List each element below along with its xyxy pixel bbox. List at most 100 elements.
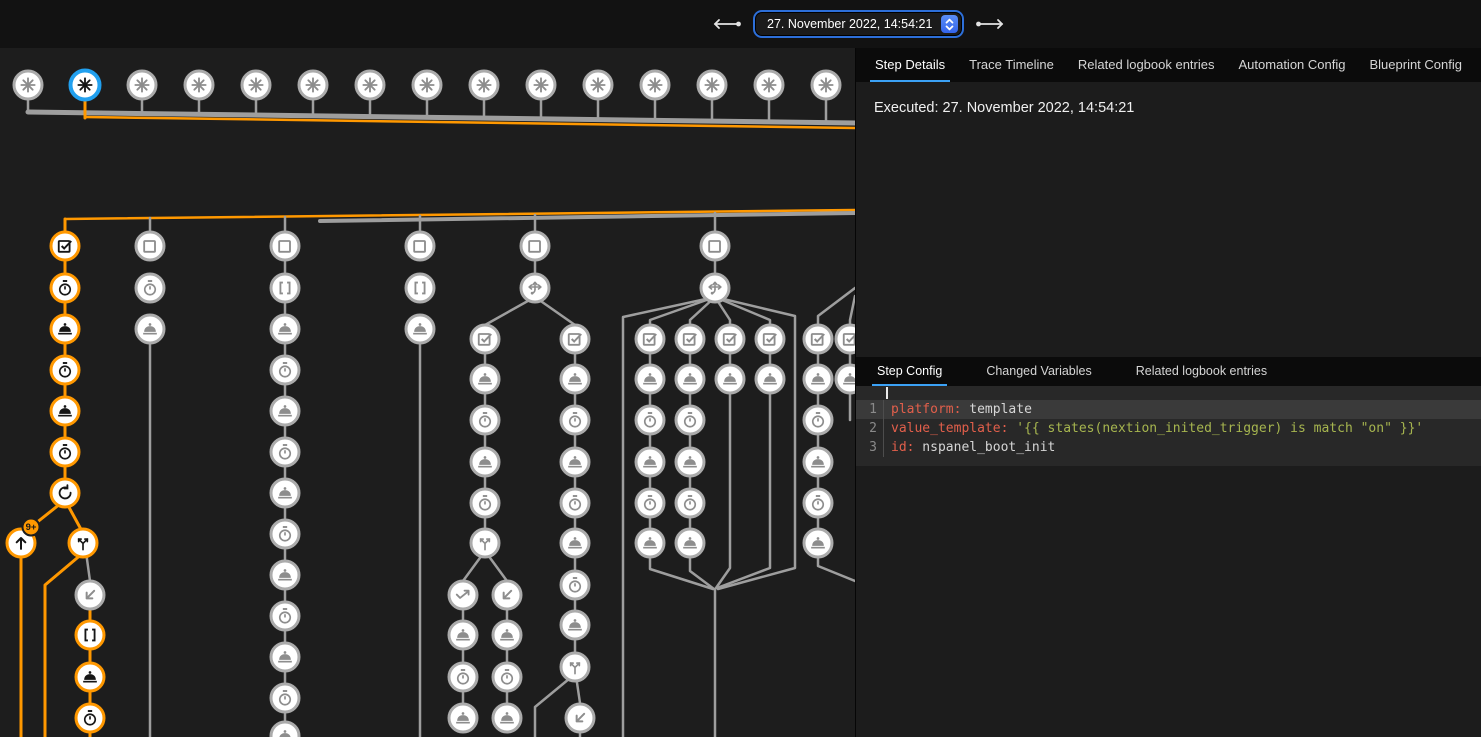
graph-node[interactable] [271, 479, 299, 507]
graph-node[interactable] [271, 315, 299, 343]
graph-node[interactable] [527, 71, 555, 99]
graph-node[interactable] [406, 274, 434, 302]
graph-node[interactable] [521, 274, 549, 302]
tab-changed-variables[interactable]: Changed Variables [981, 357, 1096, 386]
graph-node[interactable] [449, 663, 477, 691]
graph-node[interactable] [636, 489, 664, 517]
graph-node[interactable] [676, 365, 704, 393]
graph-node[interactable] [561, 611, 589, 639]
graph-node[interactable] [271, 520, 299, 548]
graph-node[interactable] [185, 71, 213, 99]
graph-node[interactable] [493, 581, 521, 609]
graph-node[interactable] [804, 365, 832, 393]
graph-node[interactable] [271, 722, 299, 737]
graph-node[interactable] [636, 448, 664, 476]
tab-related-logbook-entries[interactable]: Related logbook entries [1131, 357, 1272, 386]
graph-node[interactable] [716, 325, 744, 353]
graph-node[interactable] [271, 356, 299, 384]
graph-node[interactable] [755, 71, 783, 99]
graph-node[interactable] [136, 232, 164, 260]
graph-node[interactable] [471, 406, 499, 434]
tab-automation-config[interactable]: Automation Config [1234, 48, 1351, 82]
next-run-arrow-icon[interactable] [975, 18, 1005, 30]
graph-node[interactable] [561, 571, 589, 599]
graph-node[interactable] [51, 274, 79, 302]
graph-node[interactable] [76, 663, 104, 691]
graph-node[interactable] [51, 479, 79, 507]
graph-node[interactable] [561, 653, 589, 681]
graph-node[interactable] [471, 448, 499, 476]
run-selector[interactable]: 27. November 2022, 14:54:21 [756, 13, 961, 35]
graph-node[interactable] [271, 232, 299, 260]
graph-node[interactable] [271, 602, 299, 630]
graph-node[interactable] [299, 71, 327, 99]
graph-node[interactable] [836, 365, 855, 393]
graph-node[interactable] [566, 704, 594, 732]
graph-node[interactable] [701, 232, 729, 260]
graph-node[interactable] [561, 529, 589, 557]
graph-node[interactable] [561, 489, 589, 517]
graph-node[interactable] [493, 704, 521, 732]
graph-node[interactable] [641, 71, 669, 99]
tab-step-details[interactable]: Step Details [870, 48, 950, 82]
graph-node[interactable] [69, 529, 97, 557]
graph-node[interactable] [356, 71, 384, 99]
graph-node[interactable] [804, 325, 832, 353]
graph-node[interactable] [701, 274, 729, 302]
graph-node[interactable] [76, 621, 104, 649]
tab-step-config[interactable]: Step Config [872, 357, 947, 386]
graph-node[interactable] [676, 489, 704, 517]
graph-node[interactable] [756, 325, 784, 353]
tab-trace-timeline[interactable]: Trace Timeline [964, 48, 1059, 82]
tab-blueprint-config[interactable]: Blueprint Config [1364, 48, 1467, 82]
graph-node[interactable] [804, 529, 832, 557]
graph-node[interactable] [676, 448, 704, 476]
graph-node[interactable] [471, 325, 499, 353]
graph-node[interactable] [51, 232, 79, 260]
graph-node[interactable] [471, 365, 499, 393]
graph-node[interactable] [561, 448, 589, 476]
graph-node[interactable] [493, 663, 521, 691]
graph-node[interactable] [470, 71, 498, 99]
graph-node[interactable] [51, 397, 79, 425]
graph-node[interactable] [406, 232, 434, 260]
graph-node[interactable] [471, 529, 499, 557]
graph-node[interactable] [51, 315, 79, 343]
graph-node[interactable] [716, 365, 744, 393]
graph-node[interactable] [71, 71, 100, 100]
graph-node[interactable] [271, 397, 299, 425]
graph-node[interactable] [561, 325, 589, 353]
graph-node[interactable] [136, 274, 164, 302]
graph-node[interactable] [676, 529, 704, 557]
graph-node[interactable] [493, 621, 521, 649]
graph-node[interactable] [449, 704, 477, 732]
graph-node[interactable] [271, 684, 299, 712]
graph-node[interactable] [812, 71, 840, 99]
step-config-editor[interactable]: 1platform: template2value_template: '{{ … [856, 386, 1481, 466]
graph-node[interactable] [51, 438, 79, 466]
previous-run-arrow-icon[interactable] [712, 18, 742, 30]
tab-related-logbook-entries[interactable]: Related logbook entries [1073, 48, 1220, 82]
graph-node[interactable] [271, 561, 299, 589]
graph-node[interactable] [449, 581, 477, 609]
graph-node[interactable] [804, 489, 832, 517]
graph-node[interactable] [636, 325, 664, 353]
graph-node[interactable] [636, 365, 664, 393]
graph-node[interactable] [271, 438, 299, 466]
trace-graph-canvas[interactable]: 9+ [0, 48, 855, 737]
graph-node[interactable] [76, 704, 104, 732]
graph-node[interactable] [128, 71, 156, 99]
graph-node[interactable] [136, 315, 164, 343]
graph-node[interactable] [676, 325, 704, 353]
graph-node[interactable] [471, 489, 499, 517]
graph-node[interactable] [561, 406, 589, 434]
graph-node[interactable] [521, 232, 549, 260]
graph-node[interactable] [271, 274, 299, 302]
graph-node[interactable] [698, 71, 726, 99]
graph-node[interactable] [756, 365, 784, 393]
graph-node[interactable] [413, 71, 441, 99]
graph-node[interactable] [584, 71, 612, 99]
graph-node[interactable] [676, 406, 704, 434]
graph-node[interactable] [406, 315, 434, 343]
graph-node[interactable] [804, 406, 832, 434]
